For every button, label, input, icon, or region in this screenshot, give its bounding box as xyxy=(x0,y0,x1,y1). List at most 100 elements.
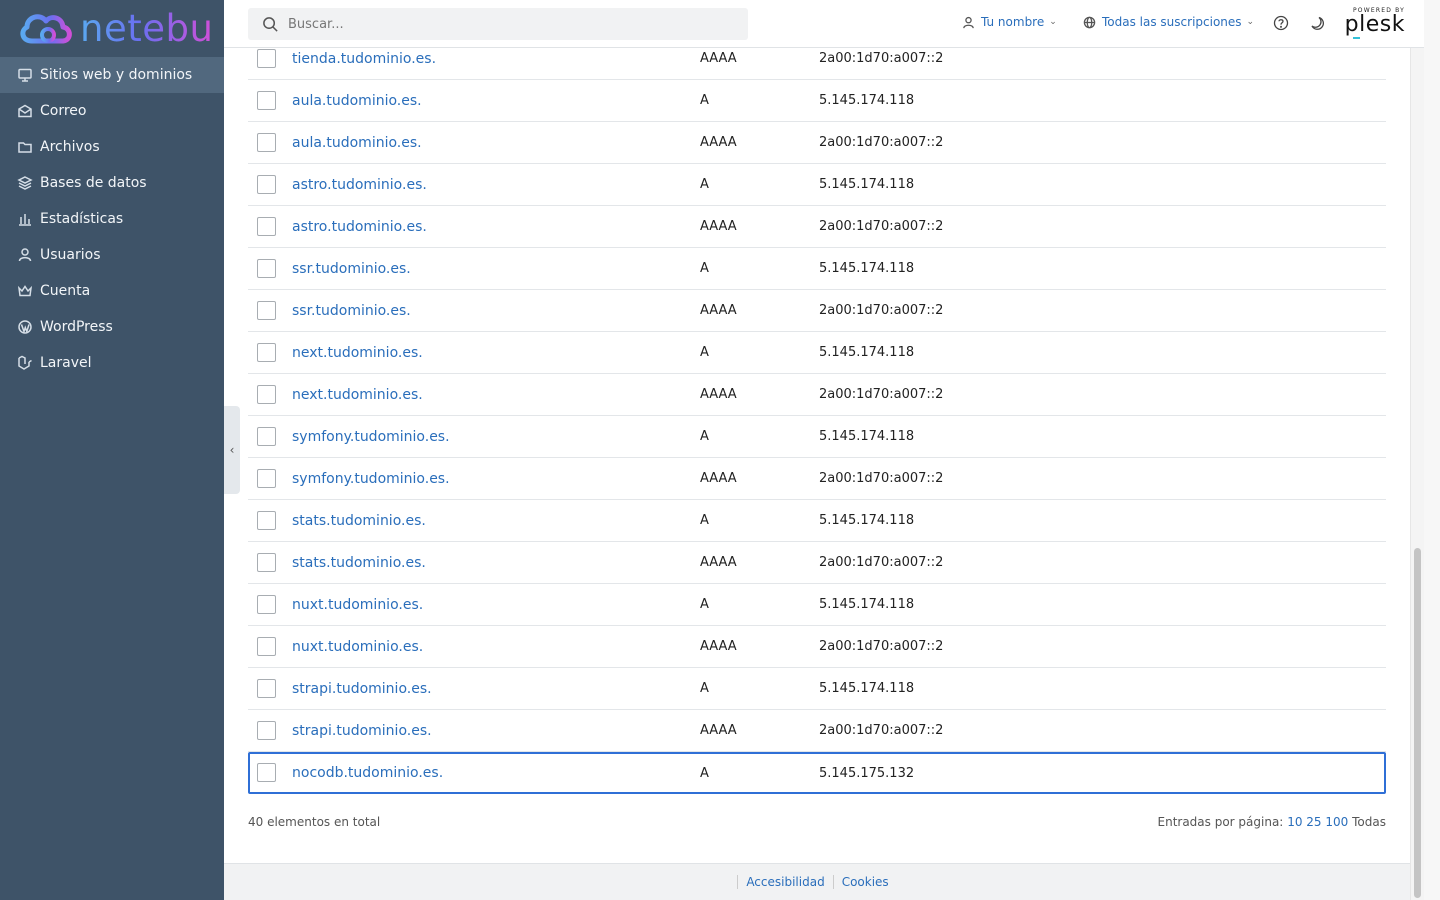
table-row[interactable]: ssr.tudominio.es. A 5.145.174.118 xyxy=(248,248,1386,290)
row-checkbox[interactable] xyxy=(257,721,276,740)
brand-logo[interactable]: netebu xyxy=(0,0,224,57)
theme-toggle-button[interactable] xyxy=(1308,14,1326,32)
table-row[interactable]: nuxt.tudominio.es. A 5.145.174.118 xyxy=(248,584,1386,626)
record-host-link[interactable]: stats.tudominio.es. xyxy=(292,555,426,571)
sidebar-item-bases-de-datos[interactable]: Bases de datos xyxy=(0,165,224,201)
record-host-link[interactable]: astro.tudominio.es. xyxy=(292,177,427,193)
moon-icon xyxy=(1311,16,1324,30)
record-host-link[interactable]: aula.tudominio.es. xyxy=(292,135,422,151)
accessibility-link[interactable]: Accesibilidad xyxy=(737,875,832,889)
sidebar-item-sitios-web-y-dominios[interactable]: Sitios web y dominios xyxy=(0,57,224,93)
sidebar-item-label: Archivos xyxy=(40,139,100,155)
sidebar-item-correo[interactable]: Correo xyxy=(0,93,224,129)
scrollbar-thumb[interactable] xyxy=(1414,548,1421,898)
table-row[interactable]: aula.tudominio.es. AAAA 2a00:1d70:a007::2 xyxy=(248,122,1386,164)
subscriptions-menu-label: Todas las suscripciones xyxy=(1102,15,1242,29)
table-row[interactable]: nuxt.tudominio.es. AAAA 2a00:1d70:a007::2 xyxy=(248,626,1386,668)
record-type: AAAA xyxy=(700,219,737,234)
record-value: 5.145.174.118 xyxy=(819,681,915,696)
record-host-link[interactable]: ssr.tudominio.es. xyxy=(292,303,411,319)
record-value: 2a00:1d70:a007::2 xyxy=(819,555,944,570)
row-checkbox[interactable] xyxy=(257,763,276,782)
record-host-link[interactable]: nocodb.tudominio.es. xyxy=(292,765,443,781)
sidebar-item-laravel[interactable]: Laravel xyxy=(0,345,224,381)
table-row[interactable]: strapi.tudominio.es. AAAA 2a00:1d70:a007::… xyxy=(248,710,1386,752)
table-row[interactable]: tienda.tudominio.es. AAAA 2a00:1d70:a007::… xyxy=(248,48,1386,80)
record-host-link[interactable]: symfony.tudominio.es. xyxy=(292,429,450,445)
row-checkbox[interactable] xyxy=(257,553,276,572)
sidebar-item-label: Correo xyxy=(40,103,87,119)
row-checkbox[interactable] xyxy=(257,637,276,656)
user-menu-label: Tu nombre xyxy=(981,15,1045,29)
sidebar-item-label: Bases de datos xyxy=(40,175,147,191)
cookies-link[interactable]: Cookies xyxy=(832,875,897,889)
record-host-link[interactable]: next.tudominio.es. xyxy=(292,387,423,403)
record-host-link[interactable]: next.tudominio.es. xyxy=(292,345,423,361)
table-row[interactable]: stats.tudominio.es. AAAA 2a00:1d70:a007::2 xyxy=(248,542,1386,584)
row-checkbox[interactable] xyxy=(257,259,276,278)
table-row[interactable]: aula.tudominio.es. A 5.145.174.118 xyxy=(248,80,1386,122)
record-value: 5.145.175.132 xyxy=(819,765,915,781)
table-row[interactable]: nocodb.tudominio.es. A 5.145.175.132 xyxy=(248,752,1386,794)
record-host-link[interactable]: nuxt.tudominio.es. xyxy=(292,597,423,613)
page-size-25-link[interactable]: 25 xyxy=(1306,815,1321,829)
sidebar-item-label: Estadísticas xyxy=(40,211,124,227)
help-button[interactable] xyxy=(1272,14,1290,32)
sidebar-item-estadisticas[interactable]: Estadísticas xyxy=(0,201,224,237)
entries-per-page: Entradas por página: 10 25 100 Todas xyxy=(1158,815,1387,829)
user-icon xyxy=(963,16,974,28)
help-icon xyxy=(1273,15,1289,31)
row-checkbox[interactable] xyxy=(257,385,276,404)
sidebar-item-usuarios[interactable]: Usuarios xyxy=(0,237,224,273)
row-checkbox[interactable] xyxy=(257,427,276,446)
page-size-10-link[interactable]: 10 xyxy=(1287,815,1302,829)
row-checkbox[interactable] xyxy=(257,511,276,530)
row-checkbox[interactable] xyxy=(257,469,276,488)
row-checkbox[interactable] xyxy=(257,175,276,194)
search-input[interactable] xyxy=(288,16,728,32)
table-row[interactable]: symfony.tudominio.es. A 5.145.174.118 xyxy=(248,416,1386,458)
wordpress-icon xyxy=(16,318,34,336)
user-icon xyxy=(16,246,34,264)
content-scrollbar[interactable] xyxy=(1410,48,1424,900)
record-type: AAAA xyxy=(700,135,737,150)
row-checkbox[interactable] xyxy=(257,217,276,236)
sidebar-item-wordpress[interactable]: WordPress xyxy=(0,309,224,345)
row-checkbox[interactable] xyxy=(257,343,276,362)
record-host-link[interactable]: stats.tudominio.es. xyxy=(292,513,426,529)
globe-icon xyxy=(1083,16,1096,28)
row-checkbox[interactable] xyxy=(257,133,276,152)
record-host-link[interactable]: astro.tudominio.es. xyxy=(292,219,427,235)
sidebar-item-cuenta[interactable]: Cuenta xyxy=(0,273,224,309)
table-row[interactable]: symfony.tudominio.es. AAAA 2a00:1d70:a007:… xyxy=(248,458,1386,500)
table-row[interactable]: next.tudominio.es. A 5.145.174.118 xyxy=(248,332,1386,374)
page-scroll-track xyxy=(1424,0,1440,900)
row-checkbox[interactable] xyxy=(257,679,276,698)
record-value: 5.145.174.118 xyxy=(819,345,915,360)
sidebar-item-archivos[interactable]: Archivos xyxy=(0,129,224,165)
table-row[interactable]: strapi.tudominio.es. A 5.145.174.118 xyxy=(248,668,1386,710)
record-host-link[interactable]: ssr.tudominio.es. xyxy=(292,261,411,277)
row-checkbox[interactable] xyxy=(257,91,276,110)
subscriptions-menu[interactable]: Todas las suscripciones ⌄ xyxy=(1083,15,1254,29)
table-row[interactable]: stats.tudominio.es. A 5.145.174.118 xyxy=(248,500,1386,542)
record-host-link[interactable]: nuxt.tudominio.es. xyxy=(292,639,423,655)
table-row[interactable]: next.tudominio.es. AAAA 2a00:1d70:a007::2 xyxy=(248,374,1386,416)
record-host-link[interactable]: strapi.tudominio.es. xyxy=(292,723,432,739)
record-host-link[interactable]: strapi.tudominio.es. xyxy=(292,681,432,697)
table-row[interactable]: astro.tudominio.es. AAAA 2a00:1d70:a007::2 xyxy=(248,206,1386,248)
record-host-link[interactable]: tienda.tudominio.es. xyxy=(292,51,436,67)
user-menu[interactable]: Tu nombre ⌄ xyxy=(962,15,1057,29)
page-size-100-link[interactable]: 100 xyxy=(1325,815,1348,829)
database-icon xyxy=(16,174,34,192)
record-host-link[interactable]: aula.tudominio.es. xyxy=(292,93,422,109)
table-row[interactable]: ssr.tudominio.es. AAAA 2a00:1d70:a007::2 xyxy=(248,290,1386,332)
row-checkbox[interactable] xyxy=(257,595,276,614)
sidebar: netebu Sitios web y dominios Correo Archiv… xyxy=(0,0,224,900)
record-value: 5.145.174.118 xyxy=(819,177,915,192)
table-row[interactable]: astro.tudominio.es. A 5.145.174.118 xyxy=(248,164,1386,206)
row-checkbox[interactable] xyxy=(257,301,276,320)
search-box[interactable] xyxy=(248,8,748,40)
record-host-link[interactable]: symfony.tudominio.es. xyxy=(292,471,450,487)
row-checkbox[interactable] xyxy=(257,49,276,68)
